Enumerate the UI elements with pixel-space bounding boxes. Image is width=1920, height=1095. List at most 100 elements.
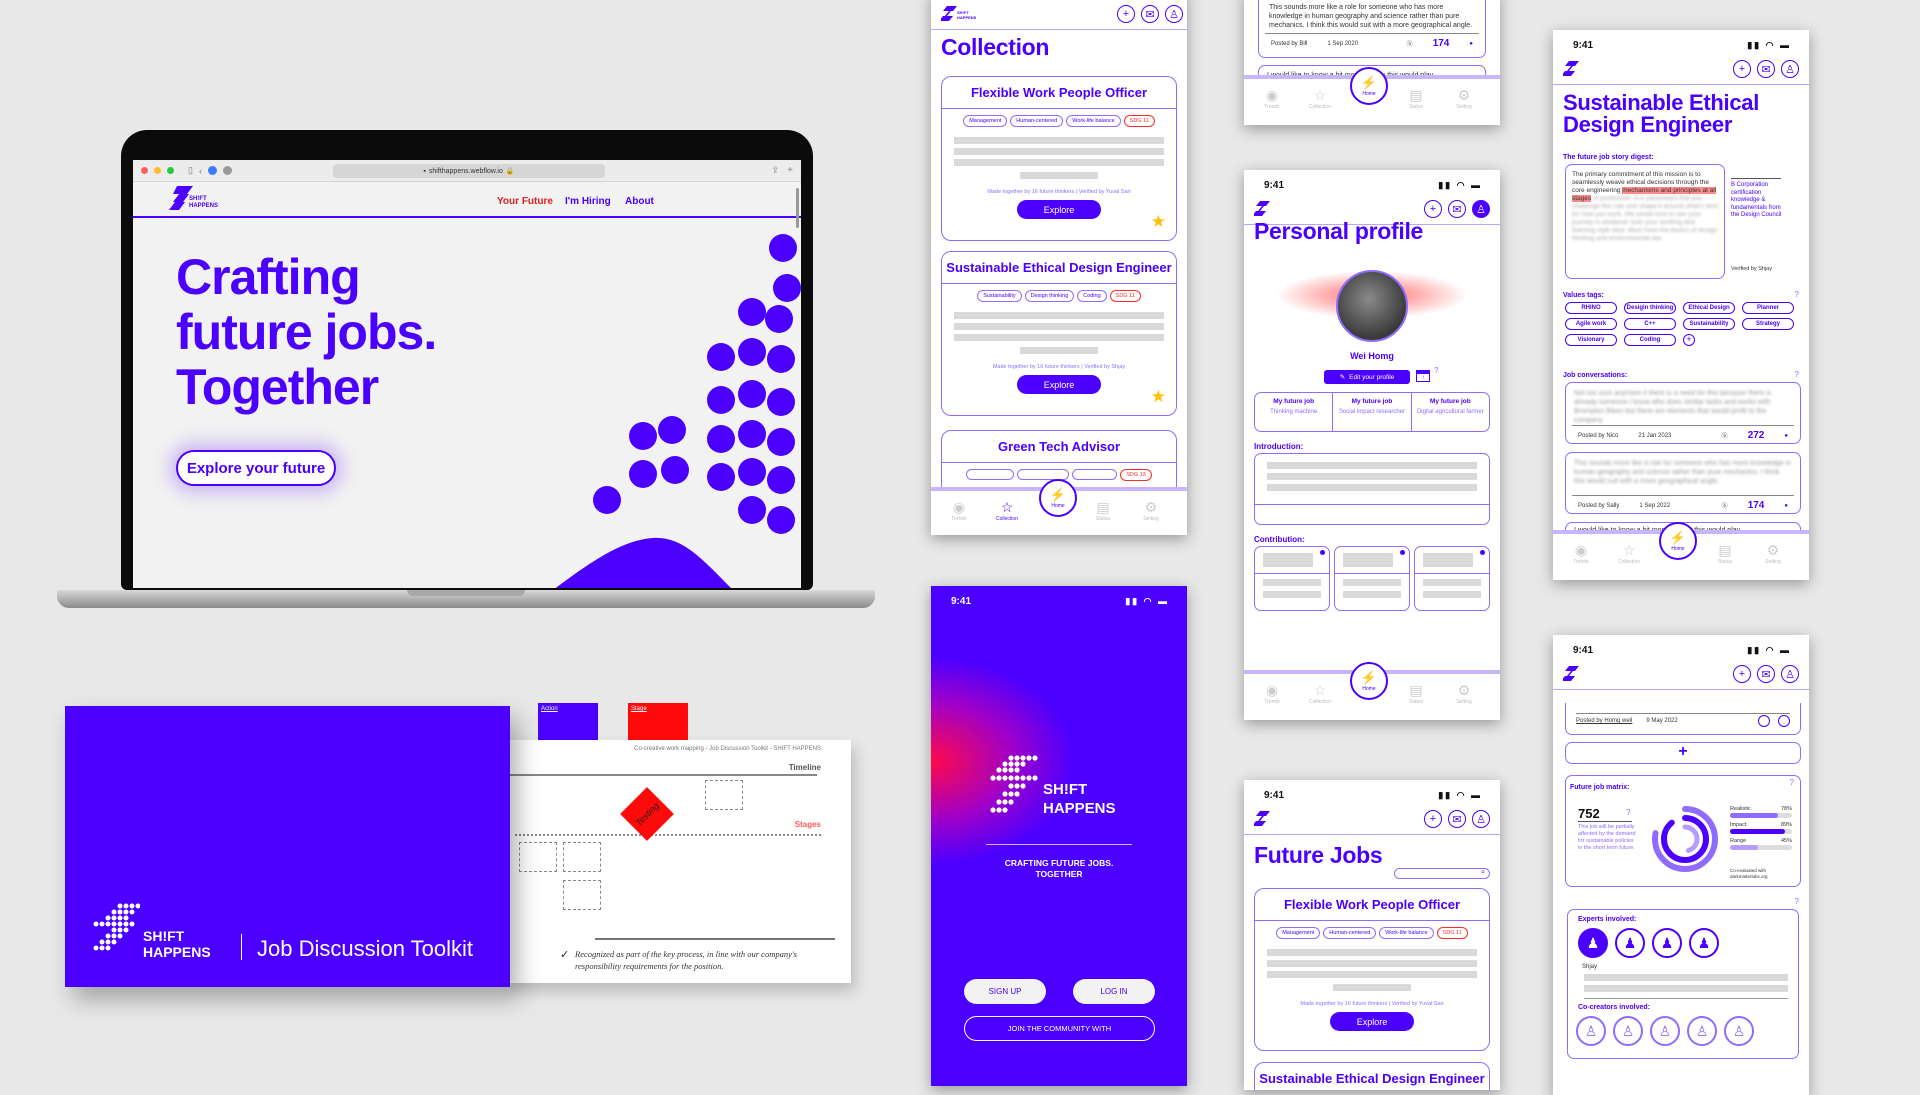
sidebar-icon[interactable]: ▯ [188,165,193,176]
value-tag[interactable]: Agile work [1565,318,1617,330]
tab-home[interactable]: ⚡ Home [1350,662,1388,700]
tag[interactable]: Sustainability [977,290,1022,302]
minimize-dot[interactable] [154,167,161,174]
tab-setting[interactable]: ⚙ Setting [1753,542,1793,565]
tag[interactable]: Human-centered [1323,927,1377,939]
value-tag[interactable]: Strategy [1742,318,1794,330]
profile-icon[interactable]: ♙ [1472,200,1490,218]
sign-up-button[interactable]: SIGN UP [964,979,1046,1004]
cocreator-avatar[interactable]: ♙ [1613,1016,1643,1046]
value-tag[interactable]: RHINO [1565,302,1617,314]
tab-collection[interactable]: ☆ Collection [1300,682,1340,705]
add-icon[interactable]: + [1117,5,1135,23]
help-icon[interactable]: ? [1434,366,1438,375]
mail-icon[interactable]: ✉ [1757,60,1775,78]
explore-button[interactable]: Explore [1017,375,1101,394]
profile-icon[interactable]: ♙ [1781,665,1799,683]
job-card[interactable]: Flexible Work People Officer Management … [941,76,1177,241]
add-icon[interactable]: + [1424,200,1442,218]
tab-home[interactable]: ⚡ Home [1659,522,1697,560]
profile-icon[interactable]: ♙ [1165,5,1183,23]
tab-home[interactable]: ⚡ Home [1350,67,1388,105]
upload-icon[interactable]: ↑ [1416,370,1430,382]
contribution-card[interactable] [1414,546,1490,611]
explore-button[interactable]: Explore [1017,200,1101,219]
tab-collection[interactable]: ☆ Collection [1609,542,1649,565]
tab-trends[interactable]: ◉ Trends [939,499,979,522]
value-tag[interactable]: Visionary [1565,334,1617,346]
shift-logo-icon[interactable] [1563,61,1601,79]
explore-button[interactable]: Explore [1330,1012,1414,1031]
tag[interactable]: Human-centered [1010,115,1064,127]
like-button[interactable] [1758,715,1770,727]
back-icon[interactable]: ‹ [199,166,202,176]
avatar[interactable] [1336,270,1408,342]
cocreator-avatar[interactable]: ♙ [1724,1016,1754,1046]
tab-status[interactable]: ▤ Status [1705,542,1745,565]
help-icon[interactable]: ? [1795,290,1799,299]
future-job-cell[interactable]: My future job Digital agricultural farmer [1412,393,1489,431]
profile-icon[interactable]: ♙ [1472,810,1490,828]
tab-setting[interactable]: ⚙ Setting [1444,87,1484,110]
shift-logo-icon[interactable] [1254,201,1292,219]
shift-logo-icon[interactable] [1254,811,1292,829]
new-tab-icon[interactable]: + [787,165,793,176]
add-icon[interactable]: + [1424,810,1442,828]
tab-collection[interactable]: ☆ Collection [1300,87,1340,110]
sdg-tag[interactable]: SDG 11 [1123,115,1155,127]
help-icon[interactable]: ? [1626,808,1630,817]
add-tag-icon[interactable]: + [1683,334,1695,346]
tab-setting[interactable]: ⚙ Setting [1444,682,1484,705]
tab-trends[interactable]: ◉ Trends [1252,682,1292,705]
tab-collection[interactable]: ☆ Collection [987,499,1027,522]
tag[interactable]: Management [963,115,1008,127]
scrollbar[interactable] [796,188,799,228]
value-tag[interactable]: C++ [1624,318,1676,330]
expert-avatar[interactable]: ♟ [1689,928,1719,958]
star-icon[interactable]: ★ [1151,387,1166,407]
shift-logo-icon[interactable] [1563,666,1601,684]
mail-icon[interactable]: ✉ [1757,665,1775,683]
add-icon[interactable]: + [1733,60,1751,78]
shift-logo-icon[interactable]: SH!FTHAPPENS [941,6,979,24]
join-community-button[interactable]: JOIN THE COMMUNITY WITH [964,1016,1155,1041]
tab-trends[interactable]: ◉ Trends [1561,542,1601,565]
reply-icon[interactable]: ● [1469,41,1473,47]
tab-status[interactable]: ▤ Status [1396,87,1436,110]
tab-setting[interactable]: ⚙ Setting [1131,499,1171,522]
sdg-tag[interactable]: SDG 11 [1436,927,1468,939]
contribution-card[interactable] [1334,546,1410,611]
tag[interactable]: Management [1276,927,1321,939]
tab-trends[interactable]: ◉ Trends [1252,87,1292,110]
star-icon[interactable]: ★ [1151,212,1166,232]
log-in-button[interactable]: LOG IN [1073,979,1155,1004]
sdg-tag[interactable]: SDG 13 [1120,469,1152,481]
add-icon[interactable]: + [1733,665,1751,683]
tab-status[interactable]: ▤ Status [1396,682,1436,705]
job-card[interactable]: Sustainable Ethical Design Engineer Sust… [941,251,1177,416]
reply-button[interactable] [1778,715,1790,727]
mail-icon[interactable]: ✉ [1448,810,1466,828]
extension-icon[interactable] [207,166,217,175]
nav-about[interactable]: About [625,196,654,207]
tab-home[interactable]: ⚡ Home [1039,479,1077,517]
cocreator-avatar[interactable]: ♙ [1687,1016,1717,1046]
sdg-tag[interactable]: SDG 11 [1109,290,1141,302]
value-tag[interactable]: Coding [1624,334,1676,346]
value-tag[interactable]: Planner [1742,302,1794,314]
maximize-dot[interactable] [167,167,174,174]
value-tag[interactable]: Sustainability [1683,318,1735,330]
expert-avatar[interactable]: ♟ [1652,928,1682,958]
close-dot[interactable] [141,167,148,174]
search-input[interactable]: ⌕ [1394,868,1490,879]
job-card[interactable]: Flexible Work People Officer Management … [1254,888,1490,1051]
mail-icon[interactable]: ✉ [1448,200,1466,218]
help-icon[interactable]: ? [1795,370,1799,379]
mail-icon[interactable]: ✉ [1141,5,1159,23]
tag[interactable]: Coding [1077,290,1107,302]
profile-icon[interactable]: ♙ [1781,60,1799,78]
help-icon[interactable]: ? [1795,897,1799,906]
help-icon[interactable]: ? [1790,778,1794,787]
reply-icon[interactable]: ● [1784,433,1788,439]
cocreator-avatar[interactable]: ♙ [1576,1016,1606,1046]
